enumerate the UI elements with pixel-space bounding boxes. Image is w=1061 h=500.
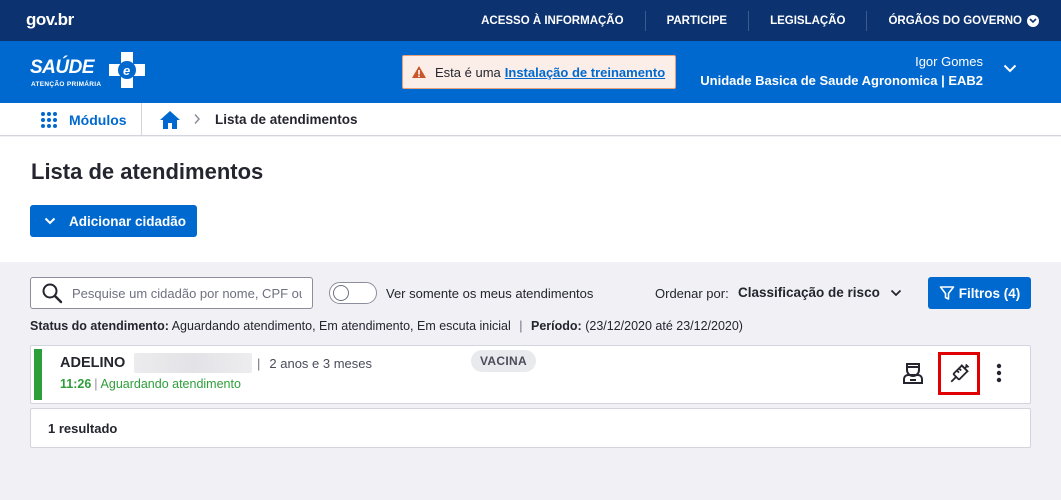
- chevron-down-icon: [44, 217, 56, 225]
- gov-nav-legislacao[interactable]: LEGISLAÇÃO: [749, 10, 868, 31]
- esus-cross-icon: e: [109, 52, 145, 88]
- training-link[interactable]: Instalação de treinamento: [505, 65, 665, 80]
- active-filters-summary: Status do atendimento: Aguardando atendi…: [30, 319, 743, 333]
- separator: |: [94, 377, 98, 391]
- modules-label: Módulos: [69, 111, 127, 128]
- status-label: Status do atendimento:: [30, 319, 169, 333]
- redacted-name: [134, 353, 252, 373]
- divider: [141, 103, 142, 136]
- sort-label: Ordenar por:: [655, 286, 729, 301]
- training-text: Esta é uma: [435, 64, 501, 80]
- toggle-knob: [333, 285, 349, 301]
- gov-bar: gov.br ACESSO À INFORMAÇÃO PARTICIPE LEG…: [0, 0, 1061, 41]
- patient-age: | 2 anos e 3 meses: [257, 356, 372, 371]
- chevron-down-icon: [1027, 14, 1039, 27]
- search-icon: [42, 283, 63, 304]
- gov-nav-participe[interactable]: PARTICIPE: [646, 10, 750, 31]
- risk-indicator: [34, 349, 42, 400]
- more-options-icon[interactable]: [996, 363, 1002, 383]
- patient-name: ADELINO: [60, 355, 126, 371]
- esus-logo[interactable]: SAÚDE ATENÇÃO PRIMÁRIA e: [30, 50, 150, 92]
- separator: |: [519, 319, 523, 333]
- search-field[interactable]: [30, 277, 313, 309]
- gov-nav-orgaos-label: ÓRGÃOS DO GOVERNO: [888, 14, 1022, 27]
- attendance-time: 11:26: [60, 377, 92, 391]
- chevron-down-icon: [890, 289, 901, 296]
- app-header: SAÚDE ATENÇÃO PRIMÁRIA e Esta é uma Inst…: [0, 41, 1061, 103]
- attendance-status: Aguardando atendimento: [100, 377, 241, 391]
- warning-icon: [412, 66, 426, 78]
- gov-nav-orgaos-governo[interactable]: ÓRGÃOS DO GOVERNO: [867, 11, 1061, 31]
- attendance-time-status: 11:26 | Aguardando atendimento: [60, 377, 241, 391]
- search-input[interactable]: [72, 285, 302, 301]
- my-attendances-toggle[interactable]: [329, 282, 377, 304]
- add-citizen-button[interactable]: Adicionar cidadão: [30, 205, 197, 237]
- period-value: (23/12/2020 até 23/12/2020): [585, 319, 743, 333]
- sort-select[interactable]: Classificação de risco: [738, 285, 902, 300]
- govbr-logo[interactable]: gov.br: [26, 10, 74, 30]
- syringe-icon: [950, 363, 970, 382]
- gov-nav: ACESSO À INFORMAÇÃO PARTICIPE LEGISLAÇÃO…: [460, 0, 1061, 41]
- patient-age-text: 2 anos e 3 meses: [269, 356, 373, 371]
- status-value: Aguardando atendimento, Em atendimento, …: [171, 319, 511, 333]
- chevron-down-icon[interactable]: [1003, 64, 1017, 73]
- page-title: Lista de atendimentos: [31, 159, 264, 184]
- service-tag: VACINA: [471, 350, 536, 372]
- attendance-item[interactable]: ADELINO | 2 anos e 3 meses 11:26 | Aguardan…: [30, 345, 1031, 404]
- results-count: 1 resultado: [30, 408, 1031, 448]
- title-area: Lista de atendimentos Adicionar cidadão: [0, 137, 1061, 262]
- filters-label: Filtros (4): [958, 285, 1021, 301]
- breadcrumb-current: Lista de atendimentos: [215, 112, 358, 127]
- user-unit: Unidade Basica de Saude Agronomica | EAB…: [700, 73, 983, 88]
- user-info[interactable]: Igor Gomes Unidade Basica de Saude Agron…: [700, 54, 983, 88]
- filter-icon: [939, 286, 955, 300]
- home-icon[interactable]: [159, 110, 181, 130]
- user-name: Igor Gomes: [915, 54, 983, 69]
- period-label: Período:: [531, 319, 582, 333]
- toggle-label: Ver somente os meus atendimentos: [386, 286, 594, 301]
- chevron-right-icon: [194, 114, 201, 124]
- grid-icon: [41, 111, 57, 128]
- filters-button[interactable]: Filtros (4): [928, 277, 1031, 309]
- gov-nav-acesso-informacao[interactable]: ACESSO À INFORMAÇÃO: [460, 10, 646, 31]
- svg-text:e: e: [123, 63, 130, 78]
- training-banner: Esta é uma Instalação de treinamento: [402, 55, 676, 89]
- brand-name: SAÚDE: [30, 57, 95, 78]
- separator: |: [257, 356, 261, 371]
- sort-value: Classificação de risco: [738, 285, 880, 300]
- doctor-icon[interactable]: [902, 361, 924, 385]
- brand-subtitle: ATENÇÃO PRIMÁRIA: [31, 81, 102, 88]
- breadcrumb: Módulos Lista de atendimentos: [0, 103, 1061, 136]
- modules-button[interactable]: Módulos: [40, 103, 127, 136]
- add-citizen-label: Adicionar cidadão: [69, 213, 187, 229]
- vaccine-button[interactable]: [938, 352, 980, 395]
